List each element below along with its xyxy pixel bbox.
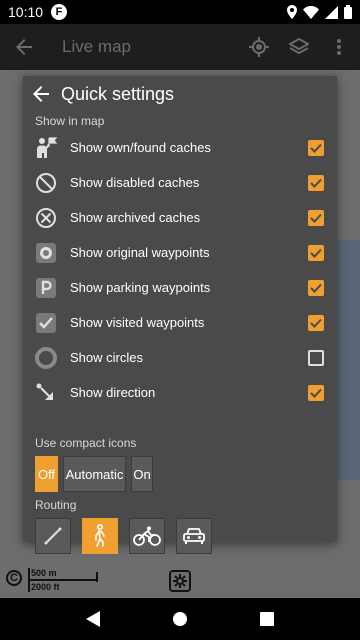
map-scale-bar: 500 m 2000 ft xyxy=(28,568,98,592)
compact-icons-off-button[interactable]: Off xyxy=(35,456,58,492)
own-found-caches-icon xyxy=(34,136,58,160)
gear-icon xyxy=(173,574,187,588)
routing-car-button[interactable] xyxy=(176,518,212,554)
dialog-title: Quick settings xyxy=(61,83,175,104)
checkbox-circles[interactable] xyxy=(308,349,324,366)
system-nav-bar xyxy=(0,598,360,640)
layers-icon xyxy=(289,37,309,55)
wifi-icon xyxy=(303,5,319,19)
check-icon xyxy=(310,178,322,188)
page-title: Live map xyxy=(62,37,131,56)
compact-icons-automatic-button[interactable]: Automatic xyxy=(63,456,126,492)
compact-icons-toggle-group: Off Automatic On xyxy=(35,456,337,492)
visited-waypoints-icon xyxy=(34,311,58,335)
scale-metric: 500 m xyxy=(31,568,57,578)
battery-icon xyxy=(344,5,352,19)
crosshair-icon xyxy=(249,37,269,57)
checkbox-parking-waypoints[interactable] xyxy=(308,279,324,296)
layers-button[interactable] xyxy=(284,32,314,62)
parking-waypoints-icon xyxy=(34,276,58,300)
status-time: 10:10 xyxy=(8,4,44,20)
check-icon xyxy=(310,143,322,153)
direction-icon xyxy=(34,381,58,405)
app-notification-icon: F xyxy=(51,4,68,20)
option-archived-caches[interactable]: Show archived caches xyxy=(23,200,337,235)
map-settings-button[interactable] xyxy=(169,570,191,592)
section-label-show-in-map: Show in map xyxy=(35,114,105,128)
scale-imperial: 2000 ft xyxy=(31,582,60,592)
overflow-menu-button[interactable] xyxy=(324,32,354,62)
option-parking-waypoints[interactable]: Show parking waypoints xyxy=(23,270,337,305)
option-circles[interactable]: Show circles xyxy=(23,340,337,375)
checkbox-own-found-caches[interactable] xyxy=(308,139,324,156)
check-icon xyxy=(310,388,322,398)
more-vert-icon xyxy=(337,39,341,55)
straight-line-icon xyxy=(44,527,62,545)
signal-icon xyxy=(325,5,338,19)
option-label: Show own/found caches xyxy=(70,140,211,155)
original-waypoints-icon xyxy=(34,241,58,265)
section-label-compact-icons: Use compact icons xyxy=(35,436,137,450)
disabled-caches-icon xyxy=(34,171,58,195)
nav-home-icon[interactable] xyxy=(172,611,188,627)
option-visited-waypoints[interactable]: Show visited waypoints xyxy=(23,305,337,340)
checkbox-original-waypoints[interactable] xyxy=(308,244,324,261)
my-location-button[interactable] xyxy=(244,32,274,62)
option-original-waypoints[interactable]: Show original waypoints xyxy=(23,235,337,270)
routing-mode-group xyxy=(35,518,337,554)
quick-settings-dialog: Quick settings Show in map Show own/foun… xyxy=(23,76,337,554)
option-own-found-caches[interactable]: Show own/found caches xyxy=(23,130,337,165)
checkbox-archived-caches[interactable] xyxy=(308,209,324,226)
copyright-icon[interactable]: C xyxy=(6,570,22,586)
option-label: Show archived caches xyxy=(70,210,201,225)
option-label: Show disabled caches xyxy=(70,175,200,190)
arrow-back-icon xyxy=(16,39,32,55)
compact-icons-on-button[interactable]: On xyxy=(131,456,153,492)
section-label-routing: Routing xyxy=(35,498,77,512)
back-button[interactable] xyxy=(0,39,48,55)
check-icon xyxy=(310,283,322,293)
circles-icon xyxy=(34,346,58,370)
routing-straight-line-button[interactable] xyxy=(35,518,71,554)
nav-recents-icon[interactable] xyxy=(260,612,274,626)
scale-line xyxy=(28,579,98,581)
car-icon xyxy=(183,528,205,544)
status-bar: 10:10 F xyxy=(0,0,360,24)
option-label: Show visited waypoints xyxy=(70,315,205,330)
walking-icon xyxy=(95,524,105,547)
arrow-back-icon xyxy=(33,86,49,102)
app-bar: Live map xyxy=(0,24,360,70)
archived-caches-icon xyxy=(34,206,58,230)
routing-walking-button[interactable] xyxy=(82,518,118,554)
option-label: Show original waypoints xyxy=(70,245,210,260)
option-direction[interactable]: Show direction xyxy=(23,375,337,410)
bicycle-icon xyxy=(133,526,161,546)
checkbox-disabled-caches[interactable] xyxy=(308,174,324,191)
option-label: Show direction xyxy=(70,385,156,400)
routing-cycling-button[interactable] xyxy=(129,518,165,554)
check-icon xyxy=(310,248,322,258)
status-icons xyxy=(287,5,352,19)
checkbox-visited-waypoints[interactable] xyxy=(308,314,324,331)
option-label: Show parking waypoints xyxy=(70,280,211,295)
check-icon xyxy=(310,213,322,223)
nav-back-icon[interactable] xyxy=(86,611,100,627)
option-label: Show circles xyxy=(70,350,143,365)
check-icon xyxy=(310,318,322,328)
dialog-back-button[interactable] xyxy=(25,78,57,110)
location-icon xyxy=(287,5,297,19)
checkbox-direction[interactable] xyxy=(308,384,324,401)
option-disabled-caches[interactable]: Show disabled caches xyxy=(23,165,337,200)
